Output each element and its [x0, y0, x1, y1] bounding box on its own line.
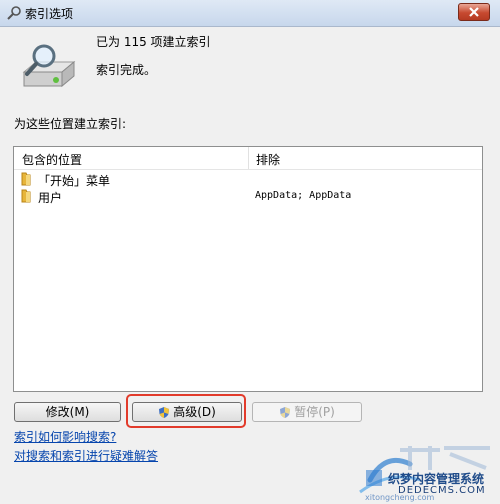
modify-button-label: 修改(M) — [45, 405, 90, 419]
location-exclusions: AppData; AppData — [255, 190, 352, 201]
close-button[interactable] — [458, 3, 490, 21]
column-header-included[interactable]: 包含的位置 — [22, 151, 82, 168]
indexed-count-text: 已为 115 项建立索引 — [96, 35, 211, 49]
uac-shield-icon — [280, 407, 291, 418]
watermark-site: xitongcheng.com — [365, 493, 435, 502]
how-indexing-affects-search-link[interactable]: 索引如何影响搜索? — [14, 428, 116, 445]
location-name: 「开始」菜单 — [38, 174, 111, 188]
title-bar[interactable]: 索引选项 — [0, 0, 500, 27]
list-item[interactable]: 「开始」菜单 — [14, 171, 482, 188]
close-icon — [469, 7, 479, 17]
folder-icon — [21, 172, 31, 186]
folder-icon — [21, 189, 31, 203]
modify-button[interactable]: 修改(M) — [14, 402, 121, 422]
locations-list[interactable]: 包含的位置 排除 「开始」菜单 用户 AppData; AppData — [13, 146, 483, 392]
column-header-exclude[interactable]: 排除 — [256, 151, 280, 168]
location-name: 用户 — [38, 191, 63, 205]
pause-button-label: 暂停(P) — [294, 405, 335, 419]
locations-label: 为这些位置建立索引: — [14, 117, 127, 131]
index-status-text: 索引完成。 — [96, 63, 157, 77]
troubleshoot-link[interactable]: 对搜索和索引进行疑难解答 — [14, 447, 158, 464]
drive-magnifier-icon — [22, 44, 76, 88]
indexing-options-icon — [7, 6, 21, 20]
list-header: 包含的位置 排除 — [14, 147, 482, 170]
pause-button[interactable]: 暂停(P) — [252, 402, 362, 422]
column-divider[interactable] — [248, 147, 249, 169]
highlight-box — [126, 394, 246, 428]
window-title: 索引选项 — [25, 7, 74, 21]
list-item[interactable]: 用户 AppData; AppData — [14, 188, 482, 205]
